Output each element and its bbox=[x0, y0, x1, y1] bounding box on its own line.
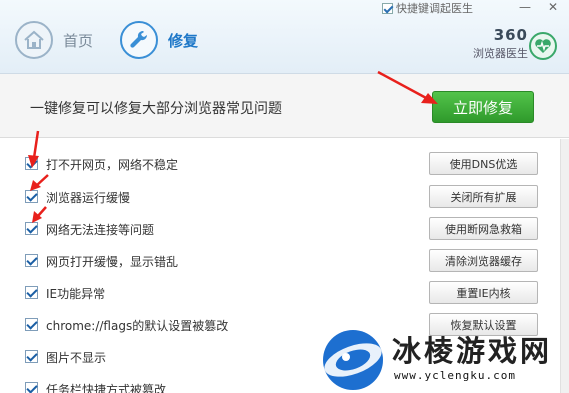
watermark: 冰棱游戏网 www.yclengku.com bbox=[318, 326, 566, 393]
watermark-text: 冰棱游戏网 bbox=[392, 334, 553, 368]
ice-logo-icon bbox=[323, 330, 383, 390]
watermark-url: www.yclengku.com bbox=[394, 369, 516, 382]
